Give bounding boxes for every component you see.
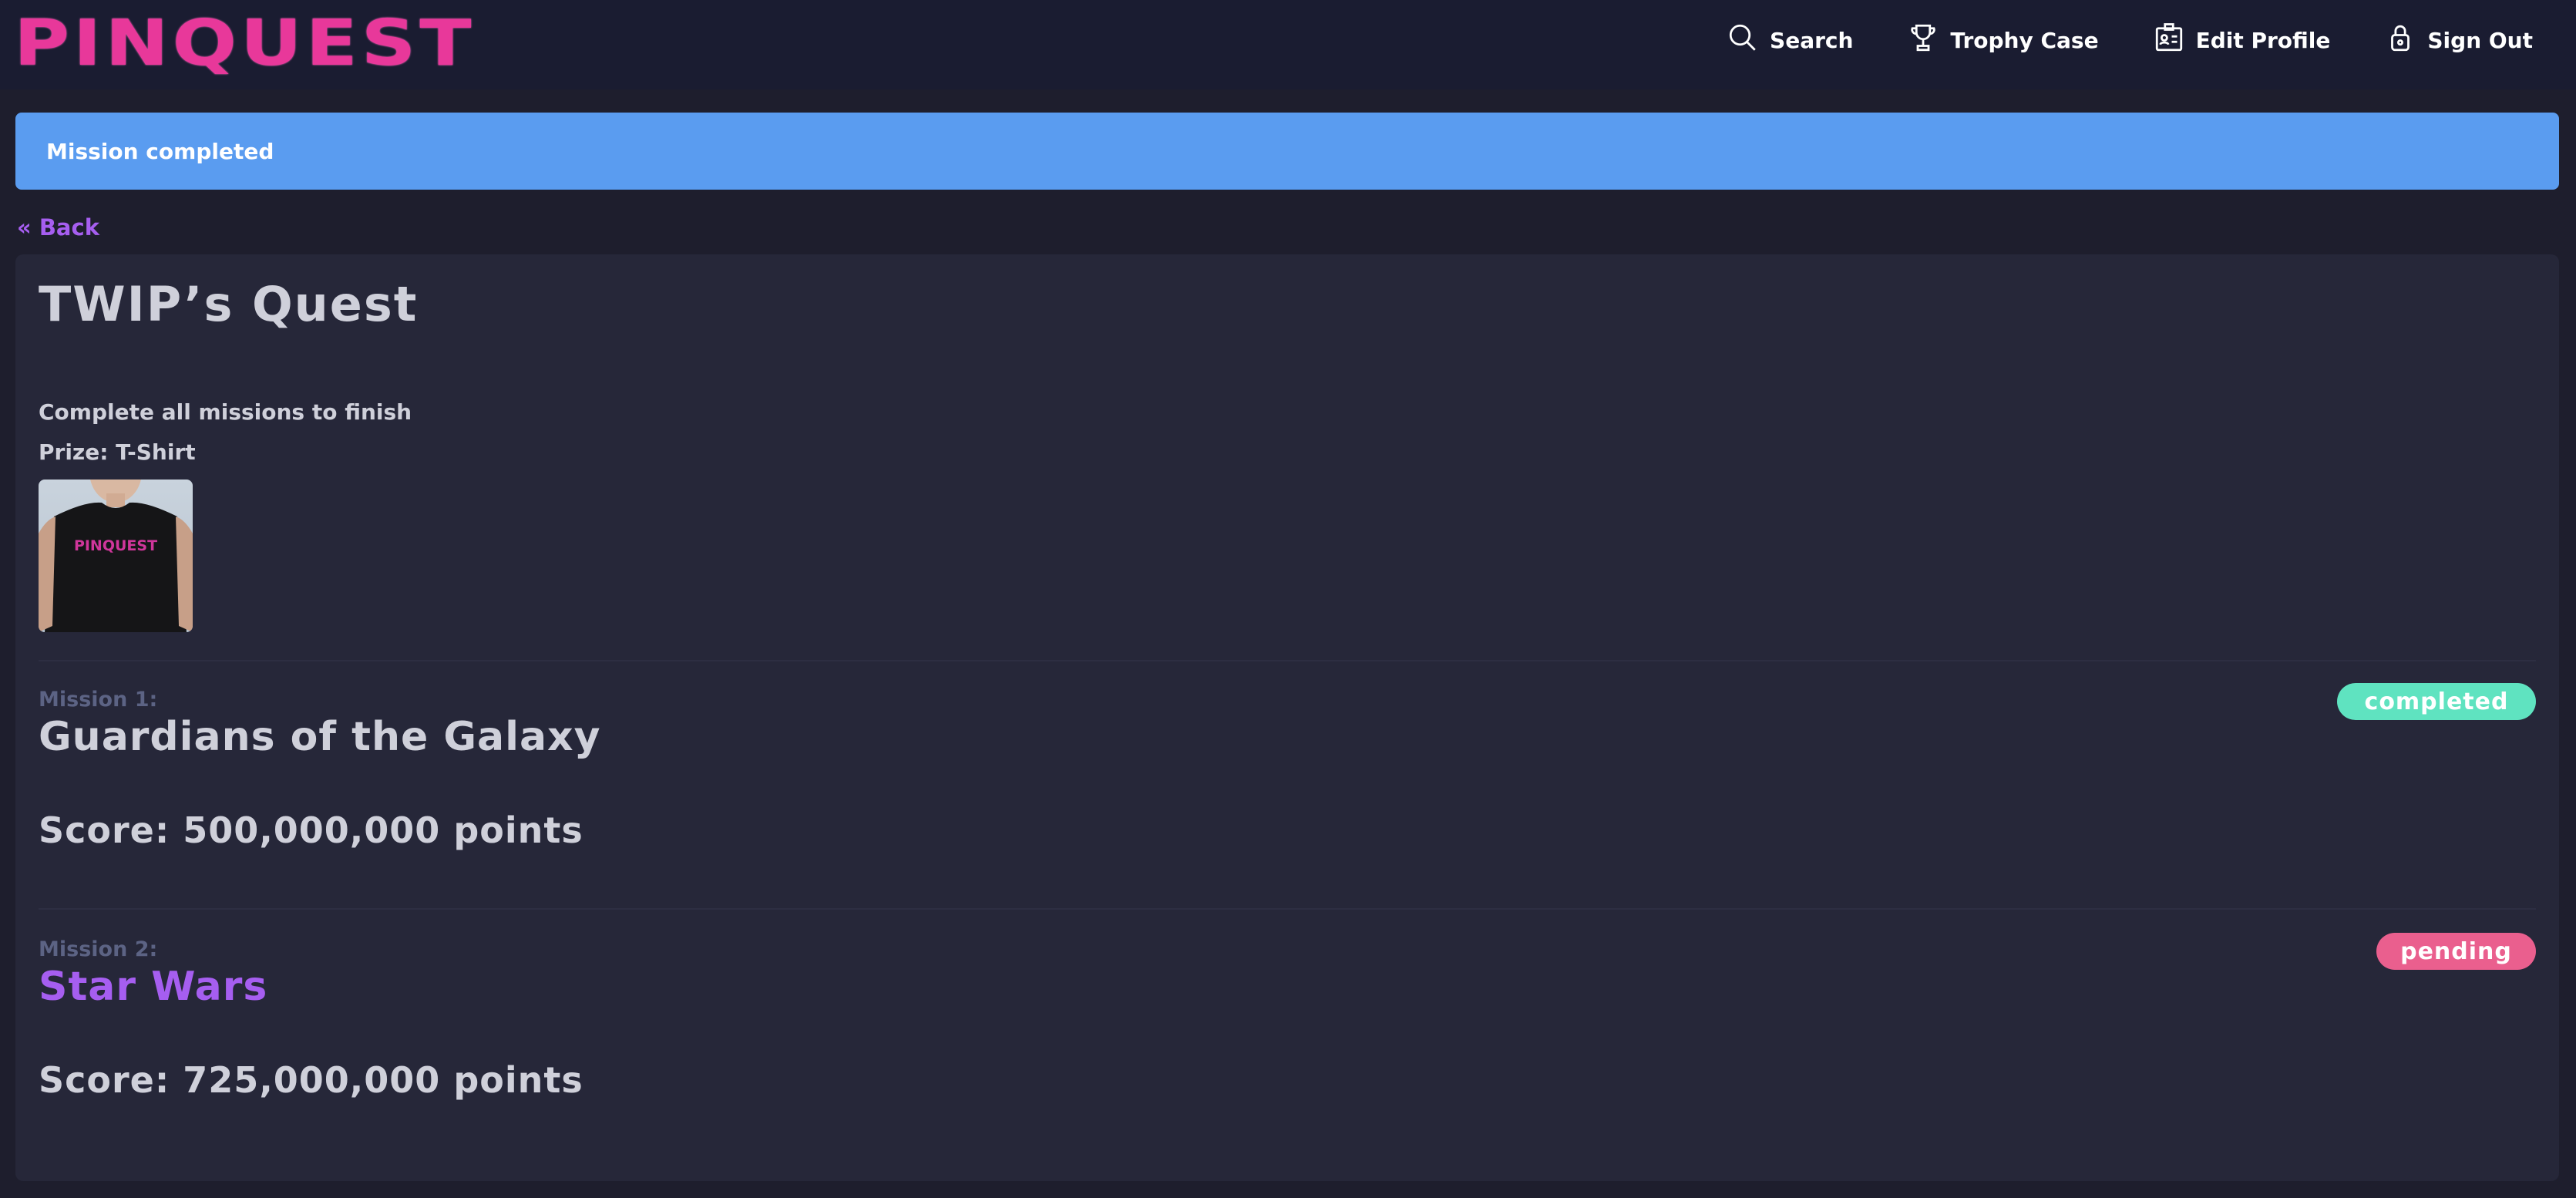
mission-1-score: Score: 500,000,000 points	[39, 809, 583, 851]
nav-sign-out-label: Sign Out	[2427, 27, 2533, 53]
status-badge-completed: completed	[2337, 683, 2536, 720]
nav-search[interactable]: Search	[1727, 22, 1853, 59]
mission-2-link[interactable]: Star Wars	[39, 964, 267, 1010]
nav-trophy-case[interactable]: Trophy Case	[1907, 22, 2099, 59]
nav-search-label: Search	[1770, 27, 1854, 53]
prize-image-text: PINQUEST	[74, 537, 157, 554]
mission-1-label: Mission 1:	[39, 688, 158, 712]
pinquest-logo[interactable]: PINQUEST	[14, 7, 475, 80]
lock-icon	[2384, 22, 2416, 59]
mission-2-score: Score: 725,000,000 points	[39, 1059, 583, 1101]
nav-sign-out[interactable]: Sign Out	[2384, 22, 2533, 59]
quest-prize: Prize: T-Shirt	[39, 439, 196, 465]
status-badge-pending: pending	[2376, 933, 2536, 970]
divider	[39, 660, 2536, 661]
main-nav: Search Trophy Case Edit Profile Sign Out	[1727, 20, 2533, 60]
trophy-icon	[1907, 22, 1939, 59]
quest-description: Complete all missions to finish	[39, 399, 412, 425]
quest-title: TWIP’s Quest	[39, 276, 419, 332]
mission-1-name: Guardians of the Galaxy	[39, 714, 601, 760]
flash-message-text: Mission completed	[46, 138, 274, 164]
mission-2-label: Mission 2:	[39, 937, 158, 961]
prize-tshirt-image: PINQUEST	[39, 480, 193, 632]
quest-card: TWIP’s Quest Complete all missions to fi…	[15, 254, 2559, 1181]
search-icon	[1727, 22, 1759, 59]
nav-edit-profile[interactable]: Edit Profile	[2153, 22, 2331, 59]
back-link[interactable]: « Back	[17, 214, 99, 241]
header: PINQUEST Search Trophy Case Edit Profile…	[0, 0, 2576, 89]
nav-trophy-case-label: Trophy Case	[1950, 27, 2099, 53]
flash-message: Mission completed	[15, 113, 2559, 190]
divider	[39, 908, 2536, 910]
id-card-icon	[2153, 22, 2185, 59]
nav-edit-profile-label: Edit Profile	[2195, 27, 2331, 53]
